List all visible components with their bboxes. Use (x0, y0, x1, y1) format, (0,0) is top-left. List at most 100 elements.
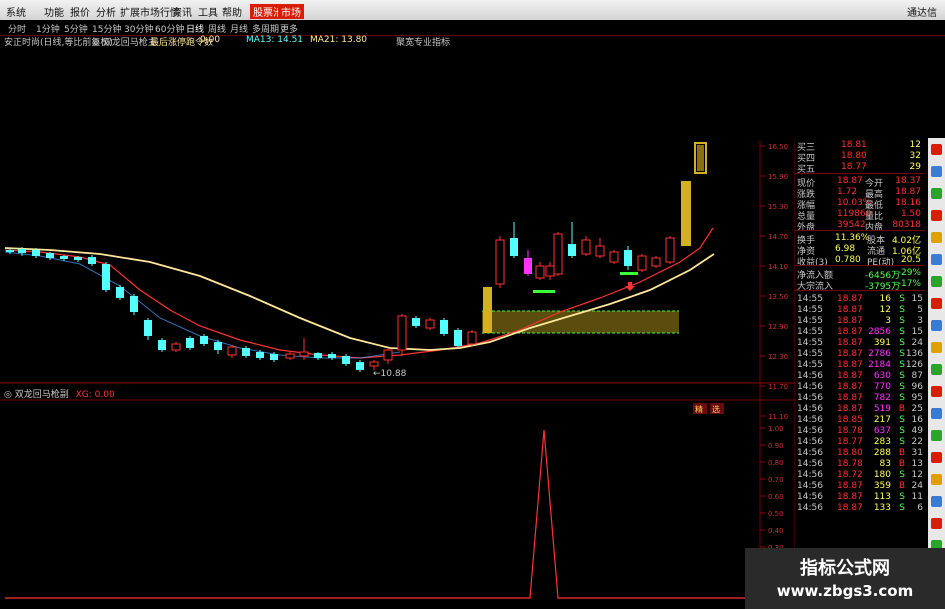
tick-side: S (899, 415, 905, 425)
price-tick-label: 15.90 (768, 173, 788, 181)
candle-body (383, 349, 393, 361)
stat-value: 11.36% (835, 233, 870, 243)
flow-percent: -17% (897, 279, 921, 289)
toolbar-tool-icon[interactable] (931, 188, 942, 199)
tick-side: B (898, 481, 905, 491)
toolbar-tool-icon[interactable] (931, 452, 942, 463)
watermark-title: 指标公式网 (800, 558, 890, 579)
tick-side: S (899, 360, 905, 370)
candle-body (609, 251, 619, 263)
toolbar-tool-icon[interactable] (931, 474, 942, 485)
candle-body (214, 342, 222, 350)
quote-row: 14:55 18.87 391 S 24 (795, 338, 925, 349)
candle-body (665, 237, 675, 263)
tag-jing: 精 (695, 404, 703, 414)
sub-indicator-name[interactable]: ◎ 双龙回马枪副 (4, 390, 69, 400)
candle-body (568, 244, 576, 256)
sub-tick-label: 0.50 (768, 510, 784, 518)
stat-value: 0.780 (835, 255, 861, 265)
quote-row: 买三 18.81 12 (795, 140, 925, 153)
tick-side: S (899, 371, 905, 381)
quote-row: 14:55 18.87 2786 S 136 (795, 349, 925, 360)
candle-body (651, 257, 661, 267)
tick-count: 95 (911, 393, 923, 403)
quote-row: 净流入额 -6456万 -29% (795, 268, 925, 281)
tick-side: S (899, 492, 905, 502)
tick-time: 14:56 (797, 459, 823, 469)
candle-body (495, 239, 505, 285)
quote-row: 14:55 18.87 12 S 5 (795, 305, 925, 316)
stat-value: 18.87 (837, 176, 863, 186)
tick-price: 18.87 (837, 360, 863, 370)
tick-count: 25 (911, 404, 923, 414)
price-tick-label: 14.10 (768, 263, 788, 271)
ask-price: 18.80 (841, 151, 867, 161)
price-tick-label: 12.90 (768, 323, 788, 331)
tick-time: 14:55 (797, 305, 823, 315)
xg-signal-line (5, 429, 760, 599)
candle-body (227, 346, 237, 356)
quote-row: 14:55 18.87 16 S 15 (795, 294, 925, 305)
toolbar-tool-icon[interactable] (931, 276, 942, 287)
toolbar-tool-icon[interactable] (931, 144, 942, 155)
toolbar-tool-icon[interactable] (931, 320, 942, 331)
tick-time: 14:56 (797, 470, 823, 480)
price-tick-label: 13.50 (768, 293, 788, 301)
candle-body (595, 245, 605, 257)
tick-volume: 83 (879, 459, 891, 469)
quote-row: 14:55 18.87 2184 S 126 (795, 360, 925, 371)
candle-body (171, 343, 181, 351)
tick-volume: 2786 (868, 349, 891, 359)
candle-body (467, 331, 477, 345)
tick-side: B (898, 448, 905, 458)
support-zone (482, 311, 679, 333)
toolbar-tool-icon[interactable] (931, 210, 942, 221)
price-tick-label: 15.30 (768, 203, 788, 211)
candle-body (102, 264, 110, 290)
tick-volume: 2184 (868, 360, 891, 370)
quote-row: 14:56 18.77 283 S 22 (795, 437, 925, 448)
quote-row: 14:56 18.87 359 B 24 (795, 481, 925, 492)
tick-volume: 2856 (868, 327, 891, 337)
quote-row: 14:56 18.72 180 S 12 (795, 470, 925, 481)
quote-row: 14:56 18.78 637 S 49 (795, 426, 925, 437)
tick-price: 18.87 (837, 503, 863, 513)
tick-side: S (899, 426, 905, 436)
quote-row: 换手 11.36% 股本 4.02亿 (795, 233, 925, 246)
signal-mark (620, 272, 638, 275)
tick-count: 12 (911, 470, 923, 480)
quote-row: 14:56 18.87 630 S 87 (795, 371, 925, 382)
toolbar-tool-icon[interactable] (931, 298, 942, 309)
toolbar-tool-icon[interactable] (931, 364, 942, 375)
tick-time: 14:56 (797, 393, 823, 403)
tick-price: 18.87 (837, 393, 863, 403)
sub-tick-label: 0.90 (768, 442, 784, 450)
toolbar-tool-icon[interactable] (931, 408, 942, 419)
tick-side: S (899, 338, 905, 348)
ask-volume: 12 (909, 140, 921, 150)
gold-bar-fill (697, 145, 704, 171)
candle-body (425, 319, 435, 329)
quote-row: 买五 18.77 29 (795, 162, 925, 175)
candle-body (454, 330, 462, 346)
tick-time: 14:56 (797, 448, 823, 458)
stat-value: 1.50 (900, 209, 921, 219)
tick-price: 18.87 (837, 382, 863, 392)
tick-side: S (899, 327, 905, 337)
toolbar-tool-icon[interactable] (931, 166, 942, 177)
toolbar-tool-icon[interactable] (931, 254, 942, 265)
toolbar-tool-icon[interactable] (931, 518, 942, 529)
toolbar-tool-icon[interactable] (931, 386, 942, 397)
toolbar-tool-icon[interactable] (931, 496, 942, 507)
tag-xuan: 选 (712, 404, 720, 414)
toolbar-tool-icon[interactable] (931, 430, 942, 441)
sub-tick-label: 0.60 (768, 493, 784, 501)
tick-price: 18.87 (837, 349, 863, 359)
price-tick-label: 14.70 (768, 233, 788, 241)
candle-body (74, 257, 82, 260)
toolbar-tool-icon[interactable] (931, 342, 942, 353)
candle-body (397, 315, 407, 351)
candle-body (200, 336, 208, 344)
toolbar-tool-icon[interactable] (931, 232, 942, 243)
quote-row: 涨幅 10.03% 最低 18.16 (795, 198, 925, 211)
